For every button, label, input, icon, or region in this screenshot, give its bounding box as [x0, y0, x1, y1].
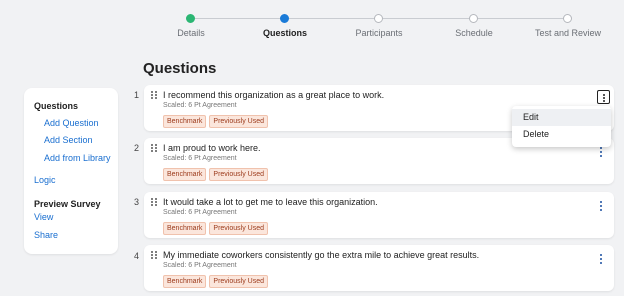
- previously-used-badge: Previously Used: [209, 222, 268, 235]
- sidebar-questions-heading: Questions: [34, 101, 79, 111]
- step-participants-icon: [374, 14, 383, 23]
- view-link[interactable]: View: [34, 212, 53, 222]
- question-scale: Scaled: 6 Pt Agreement: [163, 262, 237, 269]
- question-number: 3: [134, 197, 140, 207]
- question-card[interactable]: My immediate coworkers consistently go t…: [144, 245, 614, 291]
- progress-stepper: Details Questions Participants Schedule …: [0, 0, 624, 52]
- drag-handle-icon[interactable]: [151, 251, 159, 259]
- step-test-review-icon: [563, 14, 572, 23]
- drag-handle-icon[interactable]: [151, 198, 159, 206]
- step-connector: [478, 18, 567, 19]
- more-vertical-icon[interactable]: [596, 200, 606, 212]
- step-connector: [195, 18, 284, 19]
- question-context-menu: Edit Delete: [512, 106, 611, 147]
- more-vertical-icon[interactable]: [596, 146, 606, 158]
- step-details-done-icon: [186, 14, 195, 23]
- step-test-and-review[interactable]: Test and Review: [535, 28, 601, 38]
- add-from-library-link[interactable]: Add from Library: [44, 153, 111, 163]
- question-text[interactable]: My immediate coworkers consistently go t…: [163, 250, 479, 260]
- page-title: Questions: [143, 60, 217, 77]
- step-schedule[interactable]: Schedule: [455, 28, 493, 38]
- share-link[interactable]: Share: [34, 230, 58, 240]
- logic-link[interactable]: Logic: [34, 175, 56, 185]
- step-details[interactable]: Details: [177, 28, 205, 38]
- sidebar: Questions Add Question Add Section Add f…: [24, 88, 118, 254]
- more-vertical-icon[interactable]: [597, 90, 610, 104]
- step-questions-active-icon: [280, 14, 289, 23]
- question-text[interactable]: I recommend this organization as a great…: [163, 90, 384, 100]
- benchmark-badge: Benchmark: [163, 168, 207, 181]
- benchmark-badge: Benchmark: [163, 275, 207, 288]
- question-scale: Scaled: 6 Pt Agreement: [163, 102, 237, 109]
- step-questions[interactable]: Questions: [263, 28, 307, 38]
- step-connector: [289, 18, 378, 19]
- question-card[interactable]: It would take a lot to get me to leave t…: [144, 192, 614, 238]
- step-participants[interactable]: Participants: [355, 28, 402, 38]
- add-question-link[interactable]: Add Question: [44, 118, 99, 128]
- previously-used-badge: Previously Used: [209, 275, 268, 288]
- sidebar-preview-heading: Preview Survey: [34, 199, 101, 209]
- previously-used-badge: Previously Used: [209, 168, 268, 181]
- add-section-link[interactable]: Add Section: [44, 135, 93, 145]
- drag-handle-icon[interactable]: [151, 144, 159, 152]
- drag-handle-icon[interactable]: [151, 91, 159, 99]
- question-scale: Scaled: 6 Pt Agreement: [163, 209, 237, 216]
- question-scale: Scaled: 6 Pt Agreement: [163, 155, 237, 162]
- question-text[interactable]: I am proud to work here.: [163, 143, 261, 153]
- question-number: 4: [134, 251, 140, 261]
- benchmark-badge: Benchmark: [163, 222, 207, 235]
- more-vertical-icon[interactable]: [596, 253, 606, 265]
- question-number: 2: [134, 143, 140, 153]
- step-schedule-icon: [469, 14, 478, 23]
- edit-menu-item[interactable]: Edit: [512, 109, 611, 126]
- question-text[interactable]: It would take a lot to get me to leave t…: [163, 197, 378, 207]
- question-number: 1: [134, 90, 140, 100]
- step-connector: [383, 18, 473, 19]
- previously-used-badge: Previously Used: [209, 115, 268, 128]
- delete-menu-item[interactable]: Delete: [512, 126, 611, 143]
- benchmark-badge: Benchmark: [163, 115, 207, 128]
